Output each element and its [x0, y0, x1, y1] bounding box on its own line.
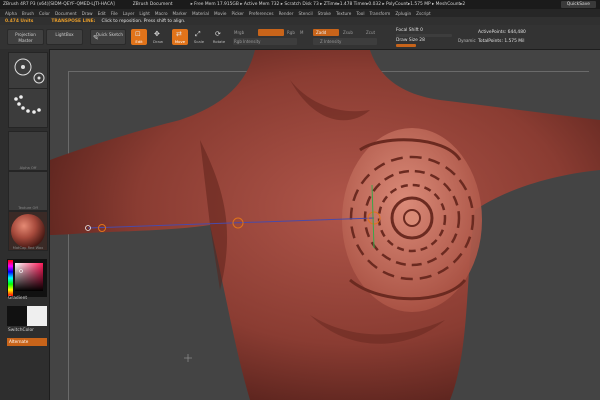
- dynamic-button[interactable]: Dynamic: [458, 38, 476, 43]
- zadd-button[interactable]: Zadd: [316, 30, 326, 35]
- quicksave-button[interactable]: QuickSave: [560, 1, 596, 8]
- scale-mode-button[interactable]: ⤢ Scale: [191, 29, 207, 45]
- memory-readout: ▸ Free Mem 17.915GB ▸ Active Mem 732 ▸ S…: [190, 2, 466, 7]
- alternate-button[interactable]: Alternate: [7, 338, 47, 346]
- draw-mode-button[interactable]: ✥ Draw: [150, 29, 166, 45]
- texture-thumbnail[interactable]: [8, 171, 48, 211]
- main-color-swatch[interactable]: [7, 306, 27, 326]
- rotate-icon: ⟳: [215, 30, 221, 38]
- gradient-label[interactable]: Gradient: [8, 296, 27, 301]
- menu-zscript[interactable]: Zscript: [416, 11, 431, 16]
- mrgb-button[interactable]: Mrgb: [234, 30, 244, 35]
- rgb-button[interactable]: Rgb: [287, 30, 295, 35]
- menu-bar: Alpha Brush Color Document Draw Edit Fil…: [0, 9, 600, 17]
- menu-render[interactable]: Render: [279, 11, 294, 16]
- rgb-toggle[interactable]: [258, 29, 284, 36]
- draw-size-label[interactable]: Draw Size 28: [396, 38, 425, 43]
- status-bar: 0.474 Units TRANSPOSE LINE: Click to rep…: [0, 17, 600, 25]
- color-wheel-icon: [8, 260, 43, 296]
- scale-icon: ⤢: [195, 30, 201, 38]
- move-mode-button[interactable]: ⇄ Move: [172, 29, 188, 45]
- draw-size-slider[interactable]: [396, 44, 416, 47]
- menu-edit[interactable]: Edit: [98, 11, 106, 16]
- menu-light[interactable]: Light: [139, 11, 149, 16]
- edit-label: Edit: [135, 39, 143, 44]
- menu-marker[interactable]: Marker: [173, 11, 187, 16]
- ornament-pattern: [342, 128, 482, 312]
- menu-stencil[interactable]: Stencil: [298, 11, 312, 16]
- edit-icon: ⊡: [135, 30, 141, 38]
- left-shelf: Alpha Off Texture Off MatCap Red Wax Gra…: [0, 49, 50, 400]
- transpose-hint: Click to reposition. Press shift to alig…: [101, 18, 186, 24]
- menu-texture[interactable]: Texture: [336, 11, 351, 16]
- rgb-intensity-label: Rgb Intensity: [234, 39, 261, 44]
- menu-document[interactable]: Document: [55, 11, 77, 16]
- menu-file[interactable]: File: [111, 11, 118, 16]
- zsub-button[interactable]: Zsub: [343, 30, 353, 35]
- menu-preferences[interactable]: Preferences: [249, 11, 274, 16]
- scale-label: Scale: [193, 39, 205, 44]
- brush-thumbnail[interactable]: [8, 52, 48, 92]
- active-points: ActivePoints: 644,480: [478, 30, 526, 35]
- menu-alpha[interactable]: Alpha: [5, 11, 17, 16]
- menu-zplugin[interactable]: Zplugin: [395, 11, 411, 16]
- secondary-color-swatch[interactable]: [27, 306, 47, 326]
- rotate-mode-button[interactable]: ⟳ Rotate: [211, 29, 227, 45]
- draw-icon: ✥: [154, 30, 160, 38]
- menu-stroke[interactable]: Stroke: [318, 11, 331, 16]
- document-name: ZBrush Document: [132, 2, 173, 7]
- brush-preview-icon: [14, 58, 45, 84]
- z-intensity-label: Z Intensity: [320, 39, 342, 44]
- focal-shift-label[interactable]: Focal Shift 0: [396, 28, 423, 33]
- menu-movie[interactable]: Movie: [214, 11, 226, 16]
- total-points: TotalPoints: 1.575 Mil: [478, 39, 525, 44]
- viewport-canvas[interactable]: [50, 50, 600, 400]
- switchcolor-label[interactable]: SwitchColor: [8, 328, 34, 333]
- menu-macro[interactable]: Macro: [155, 11, 168, 16]
- alpha-label: Alpha Off: [19, 166, 37, 170]
- rotate-label: Rotate: [212, 39, 226, 44]
- material-thumbnail[interactable]: [8, 211, 48, 251]
- projection-master-button[interactable]: Projection Master: [7, 29, 44, 45]
- material-sphere-icon: [11, 214, 45, 248]
- stroke-thumbnail[interactable]: [8, 88, 48, 128]
- menu-picker[interactable]: Picker: [231, 11, 243, 16]
- move-label: Move: [174, 39, 186, 44]
- color-picker[interactable]: [7, 259, 47, 297]
- menu-tool[interactable]: Tool: [356, 11, 364, 16]
- draw-label: Draw: [153, 39, 163, 44]
- cursor-crosshair-icon: [184, 354, 192, 362]
- lightbox-button[interactable]: LightBox: [46, 29, 83, 45]
- menu-transform[interactable]: Transform: [369, 11, 390, 16]
- edit-mode-button[interactable]: ⊡ Edit: [131, 29, 147, 45]
- menu-color[interactable]: Color: [39, 11, 50, 16]
- focal-shift-slider[interactable]: [396, 34, 452, 37]
- torso-model: [50, 50, 600, 400]
- sketch-icon: ✎: [93, 34, 99, 42]
- menu-brush[interactable]: Brush: [22, 11, 34, 16]
- menu-draw[interactable]: Draw: [82, 11, 93, 16]
- m-button[interactable]: M: [300, 30, 303, 35]
- zcut-button[interactable]: Zcut: [366, 30, 375, 35]
- menu-material[interactable]: Material: [192, 11, 209, 16]
- texture-label: Texture Off: [18, 206, 38, 210]
- units-readout: 0.474 Units: [5, 18, 34, 24]
- app-title: ZBrush 4R7 P3 (x64)[SIDM-QEYF-QMED-LJTI-…: [3, 2, 115, 7]
- stroke-preview-icon: [14, 95, 41, 114]
- move-icon: ⇄: [176, 30, 182, 38]
- title-bar: ZBrush 4R7 P3 (x64)[SIDM-QEYF-QMED-LJTI-…: [0, 0, 600, 9]
- material-label: MatCap Red Wax: [12, 246, 44, 250]
- menu-layer[interactable]: Layer: [123, 11, 135, 16]
- top-toolbar: Projection Master LightBox Quick Sketch …: [0, 25, 600, 50]
- alpha-thumbnail[interactable]: [8, 131, 48, 171]
- transpose-line-label: TRANSPOSE LINE:: [51, 18, 96, 24]
